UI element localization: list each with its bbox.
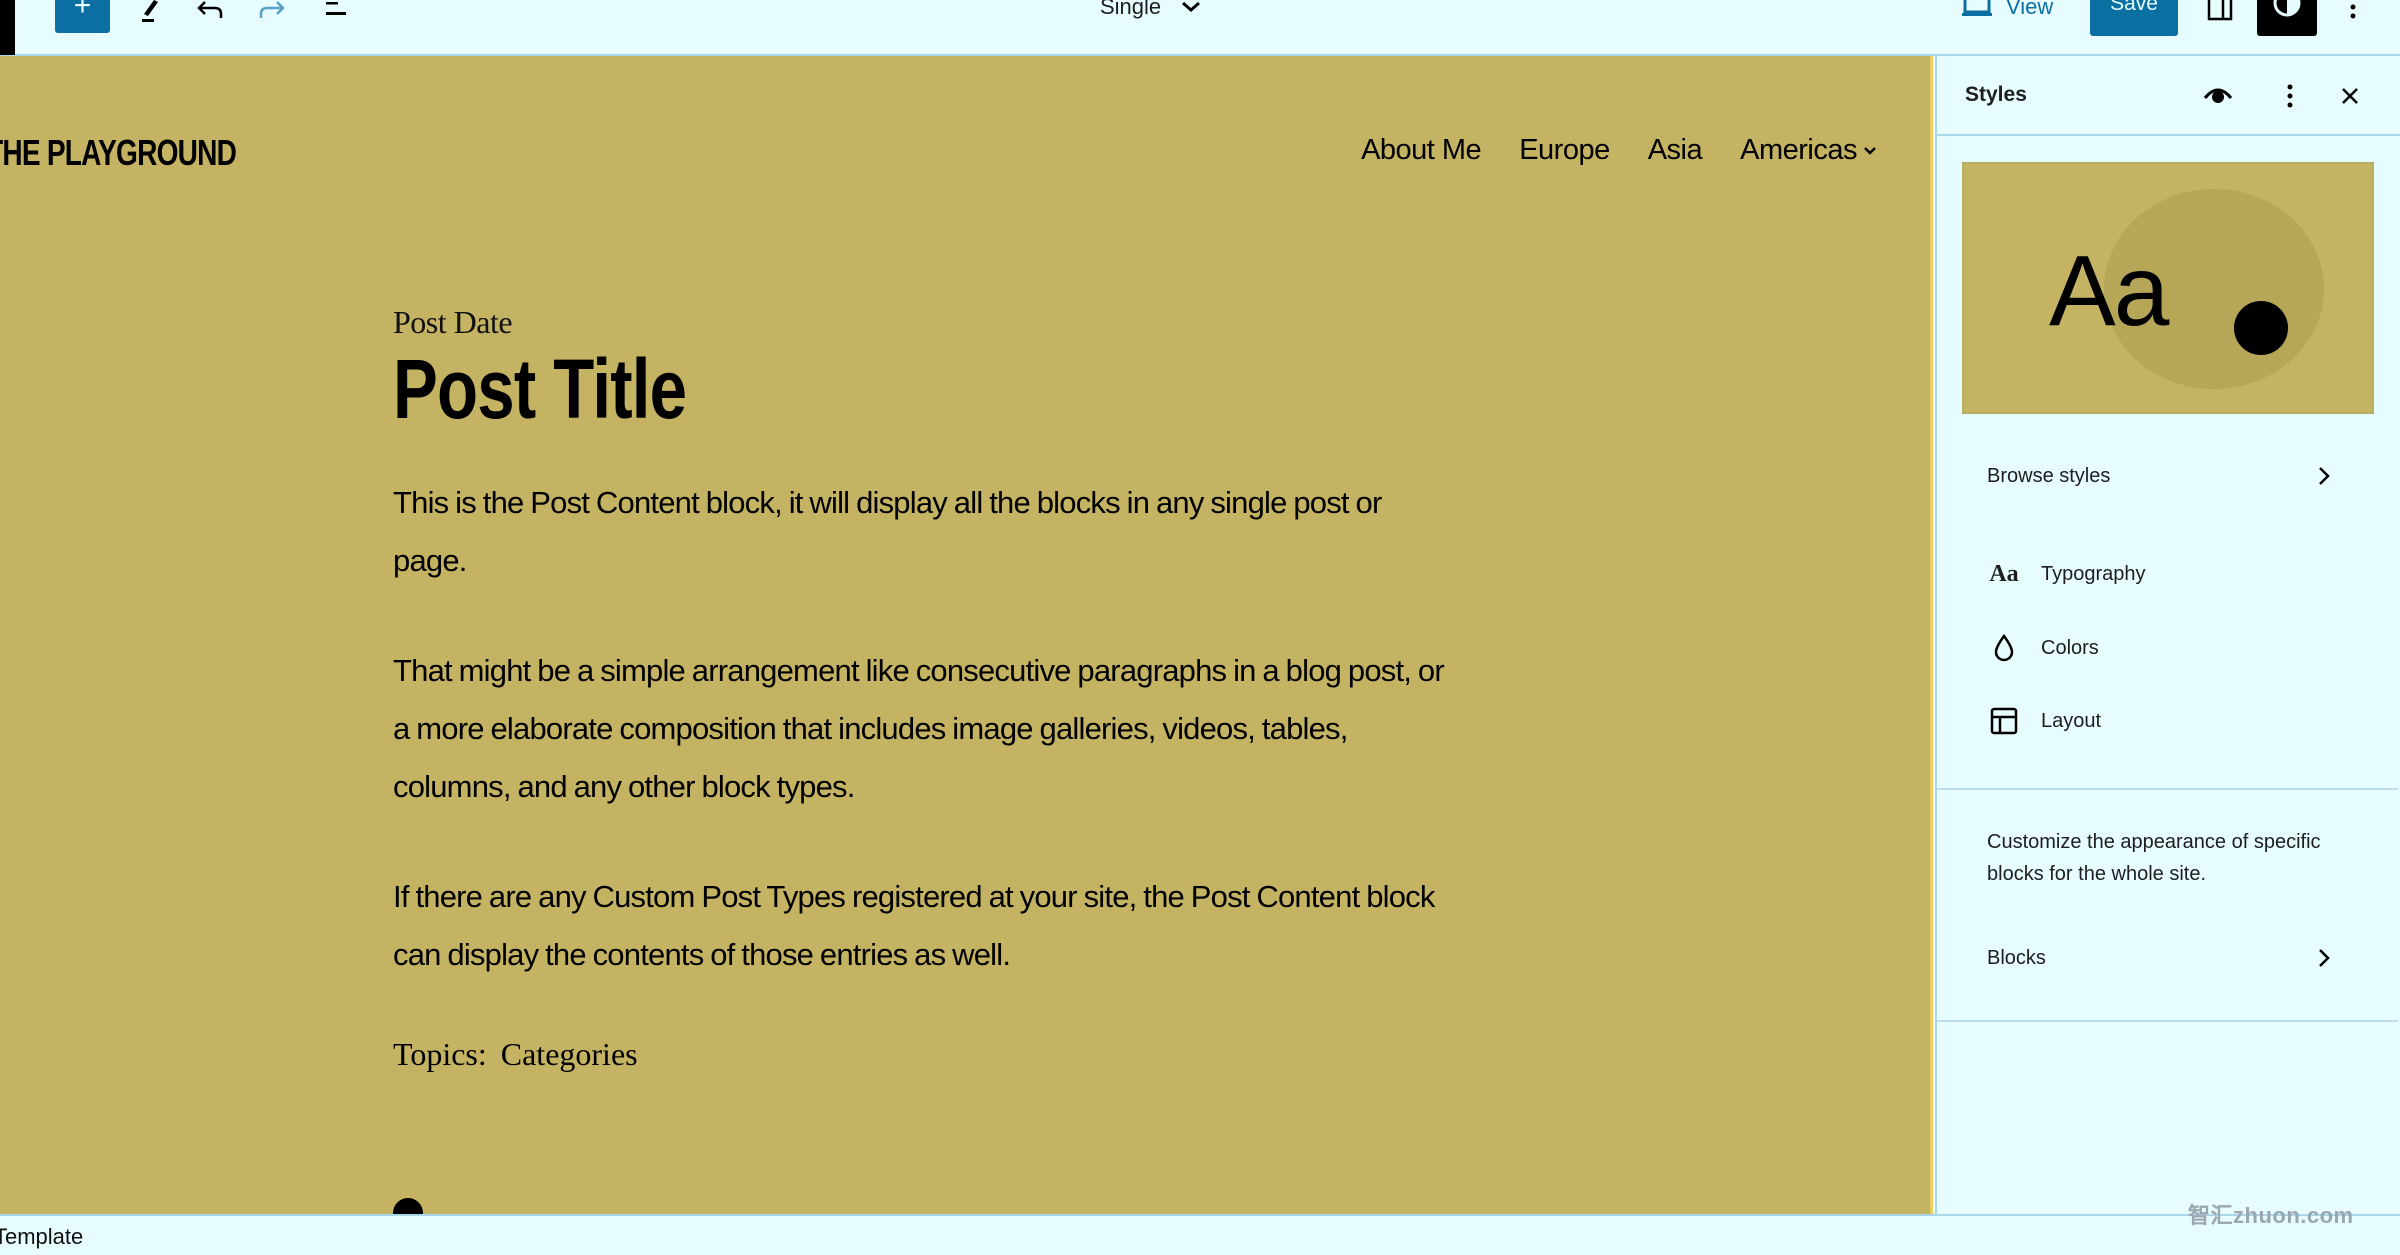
post-content-paragraph[interactable]: That might be a simple arrangement like … xyxy=(393,642,1453,816)
view-button[interactable]: View xyxy=(1962,0,2053,20)
partially-visible-block xyxy=(393,1198,423,1214)
site-title[interactable]: THE PLAYGROUND xyxy=(0,132,237,174)
redo-icon xyxy=(259,1,285,18)
editor-top-toolbar: + Single View Save xyxy=(0,0,2400,56)
add-block-button[interactable]: + xyxy=(55,0,110,33)
style-book-button[interactable] xyxy=(2200,78,2236,114)
template-name: Single xyxy=(1100,0,1162,19)
blocks-description: Customize the appearance of specific blo… xyxy=(1987,831,2321,885)
post-date[interactable]: Post Date xyxy=(393,304,1453,341)
droplet-icon xyxy=(1989,634,2019,662)
sidebar-header: Styles xyxy=(1937,56,2400,136)
block-breadcrumb-bar: Template xyxy=(0,1214,2400,1255)
more-vertical-icon xyxy=(2350,4,2356,19)
site-navigation: About Me Europe Asia Americas xyxy=(1361,134,1877,167)
browse-styles-label: Browse styles xyxy=(1987,464,2111,487)
nav-label: Americas xyxy=(1740,134,1857,166)
settings-toggle-button[interactable] xyxy=(2200,0,2240,30)
plus-icon: + xyxy=(73,0,92,22)
nav-item-europe[interactable]: Europe xyxy=(1519,134,1610,167)
template-selector[interactable]: Single xyxy=(1100,0,1201,20)
close-sidebar-button[interactable] xyxy=(2332,78,2368,114)
post-title[interactable]: Post Title xyxy=(393,341,1241,438)
chevron-down-icon xyxy=(1182,1,1201,12)
chevron-right-icon xyxy=(2319,949,2330,967)
nav-label: Asia xyxy=(1647,134,1703,166)
blocks-label: Blocks xyxy=(1987,946,2046,969)
save-button[interactable]: Save xyxy=(2090,0,2178,36)
more-vertical-icon xyxy=(2287,84,2293,108)
close-icon xyxy=(2342,88,2358,104)
desktop-icon xyxy=(1962,0,1992,16)
post-terms[interactable]: Topics: Categories xyxy=(393,1036,1453,1073)
redo-button[interactable] xyxy=(252,0,292,30)
nav-item-about-me[interactable]: About Me xyxy=(1361,134,1482,167)
nav-label: About Me xyxy=(1361,134,1482,166)
half-circle-icon xyxy=(2273,0,2301,17)
topics-label: Topics: xyxy=(393,1035,487,1072)
nav-item-americas[interactable]: Americas xyxy=(1740,134,1877,167)
post-content-paragraph[interactable]: This is the Post Content block, it will … xyxy=(393,474,1453,590)
pencil-icon xyxy=(142,0,158,22)
blocks-button[interactable]: Blocks xyxy=(1937,938,2398,978)
post-content-area: Post Date Post Title This is the Post Co… xyxy=(393,304,1453,1073)
chevron-down-icon xyxy=(1864,146,1876,155)
view-label: View xyxy=(2006,0,2054,19)
styles-sidebar: Styles Aa Browse styles Aa Typography Co… xyxy=(1935,56,2400,1214)
sidebar-title: Styles xyxy=(1965,83,2027,106)
list-view-icon xyxy=(326,2,346,15)
divider xyxy=(1937,1020,2398,1022)
browse-styles-button[interactable]: Browse styles xyxy=(1937,456,2398,496)
sidebar-toggle-icon xyxy=(2207,0,2233,21)
divider xyxy=(1937,788,2398,790)
undo-button[interactable] xyxy=(190,0,230,30)
nav-label: Europe xyxy=(1519,134,1610,166)
editor-canvas[interactable]: THE PLAYGROUND About Me Europe Asia Amer… xyxy=(0,56,1933,1214)
watermark: 智汇zhuon.com xyxy=(2188,1203,2354,1228)
sidebar-item-layout[interactable]: Layout xyxy=(1989,707,2101,735)
tools-button[interactable] xyxy=(130,0,170,30)
sidebar-item-colors[interactable]: Colors xyxy=(1989,634,2099,662)
chevron-right-icon xyxy=(2319,467,2330,485)
sidebar-item-typography[interactable]: Aa Typography xyxy=(1989,561,2146,588)
eye-icon xyxy=(2203,88,2233,103)
site-icon-button[interactable] xyxy=(0,0,15,55)
post-content-paragraph[interactable]: If there are any Custom Post Types regis… xyxy=(393,868,1453,984)
styles-actions-button[interactable] xyxy=(2272,78,2308,114)
undo-icon xyxy=(197,1,223,18)
sidebar-item-label: Typography xyxy=(2041,563,2146,585)
list-view-button[interactable] xyxy=(315,0,355,30)
topics-value: Categories xyxy=(500,1035,638,1072)
breadcrumb-template[interactable]: Template xyxy=(0,1224,83,1250)
typography-icon: Aa xyxy=(1989,561,2019,587)
style-preview[interactable]: Aa xyxy=(1962,162,2374,414)
options-menu-button[interactable] xyxy=(2333,0,2373,30)
sidebar-item-label: Colors xyxy=(2041,636,2099,659)
styles-button[interactable] xyxy=(2257,0,2317,36)
layout-icon xyxy=(1989,707,2019,735)
preview-color-dot xyxy=(2234,301,2288,355)
sidebar-item-label: Layout xyxy=(2041,709,2102,732)
preview-text: Aa xyxy=(2049,235,2169,347)
nav-item-asia[interactable]: Asia xyxy=(1647,134,1703,167)
